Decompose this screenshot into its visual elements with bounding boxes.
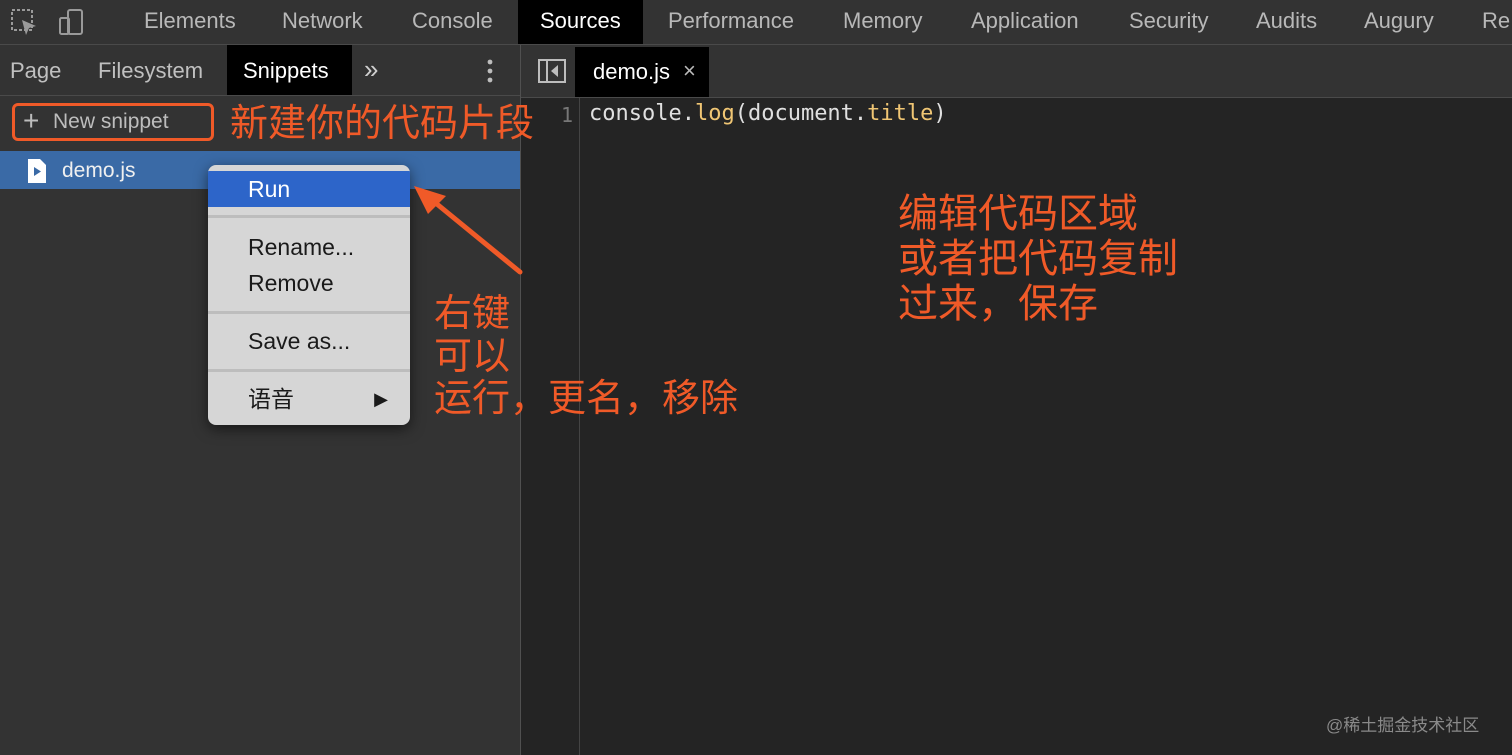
- plus-icon: +: [23, 105, 40, 136]
- tab-console[interactable]: Console: [390, 0, 515, 44]
- code-token: console.: [589, 101, 695, 126]
- menu-separator: [208, 215, 410, 218]
- tab-elements[interactable]: Elements: [122, 0, 258, 44]
- code-line[interactable]: console.log(document.title): [589, 101, 947, 126]
- new-snippet-button[interactable]: + New snippet: [12, 103, 214, 141]
- tab-sources[interactable]: Sources: [518, 0, 643, 44]
- more-options-icon[interactable]: [478, 57, 502, 85]
- annotation-new-snippet: 新建你的代码片段: [230, 101, 535, 145]
- code-token-function: log: [694, 101, 735, 126]
- device-toolbar-icon[interactable]: [56, 6, 88, 38]
- line-number: 1: [561, 103, 574, 127]
- tab-network[interactable]: Network: [260, 0, 385, 44]
- annotation-edit-area: 编辑代码区域 或者把代码复制 过来，保存: [898, 191, 1178, 327]
- code-token-property: title: [867, 101, 934, 126]
- inspect-element-icon[interactable]: [8, 6, 40, 38]
- menu-item-save-as[interactable]: Save as...: [208, 323, 410, 359]
- toggle-navigator-icon[interactable]: [537, 58, 567, 84]
- tab-overflow-truncated[interactable]: Re: [1460, 0, 1512, 44]
- annotation-right-click: 右键 可以 运行，更名，移除: [434, 291, 739, 421]
- editor-tabbar: demo.js ×: [521, 45, 1512, 98]
- devtools-main-toolbar: Elements Network Console Sources Perform…: [0, 0, 1512, 45]
- menu-item-rename[interactable]: Rename...: [208, 229, 410, 265]
- more-tabs-chevron-icon[interactable]: »: [364, 56, 390, 83]
- editor-file-tab-label: demo.js: [593, 59, 671, 84]
- menu-separator: [208, 311, 410, 314]
- code-token: (document.: [734, 101, 868, 126]
- tab-memory[interactable]: Memory: [821, 0, 944, 44]
- snippet-file-icon: [26, 158, 48, 184]
- snippet-file-name: demo.js: [62, 159, 136, 182]
- new-snippet-label: New snippet: [53, 110, 169, 133]
- submenu-arrow-icon: ▶: [374, 389, 388, 409]
- menu-item-speech-label: 语音: [248, 386, 294, 412]
- menu-item-remove[interactable]: Remove: [208, 265, 410, 301]
- tab-security[interactable]: Security: [1107, 0, 1230, 44]
- menu-item-run[interactable]: Run: [208, 171, 410, 207]
- tab-audits[interactable]: Audits: [1234, 0, 1339, 44]
- tab-snippets[interactable]: Snippets: [227, 45, 352, 95]
- code-token: ): [933, 101, 947, 126]
- close-tab-icon[interactable]: ×: [683, 47, 696, 95]
- watermark: @稀土掘金技术社区: [1326, 716, 1480, 735]
- menu-item-speech[interactable]: 语音 ▶: [208, 381, 410, 417]
- tab-application[interactable]: Application: [949, 0, 1101, 44]
- context-menu: Run Rename... Remove Save as... 语音 ▶: [208, 165, 410, 425]
- tab-page[interactable]: Page: [0, 45, 77, 95]
- tab-performance[interactable]: Performance: [646, 0, 816, 44]
- editor-gutter: [579, 98, 580, 755]
- navigator-tabs: Page Filesystem Snippets »: [0, 45, 520, 96]
- tab-augury[interactable]: Augury: [1342, 0, 1456, 44]
- editor-file-tab[interactable]: demo.js ×: [575, 47, 709, 97]
- tab-filesystem[interactable]: Filesystem: [82, 45, 219, 95]
- menu-separator: [208, 369, 410, 372]
